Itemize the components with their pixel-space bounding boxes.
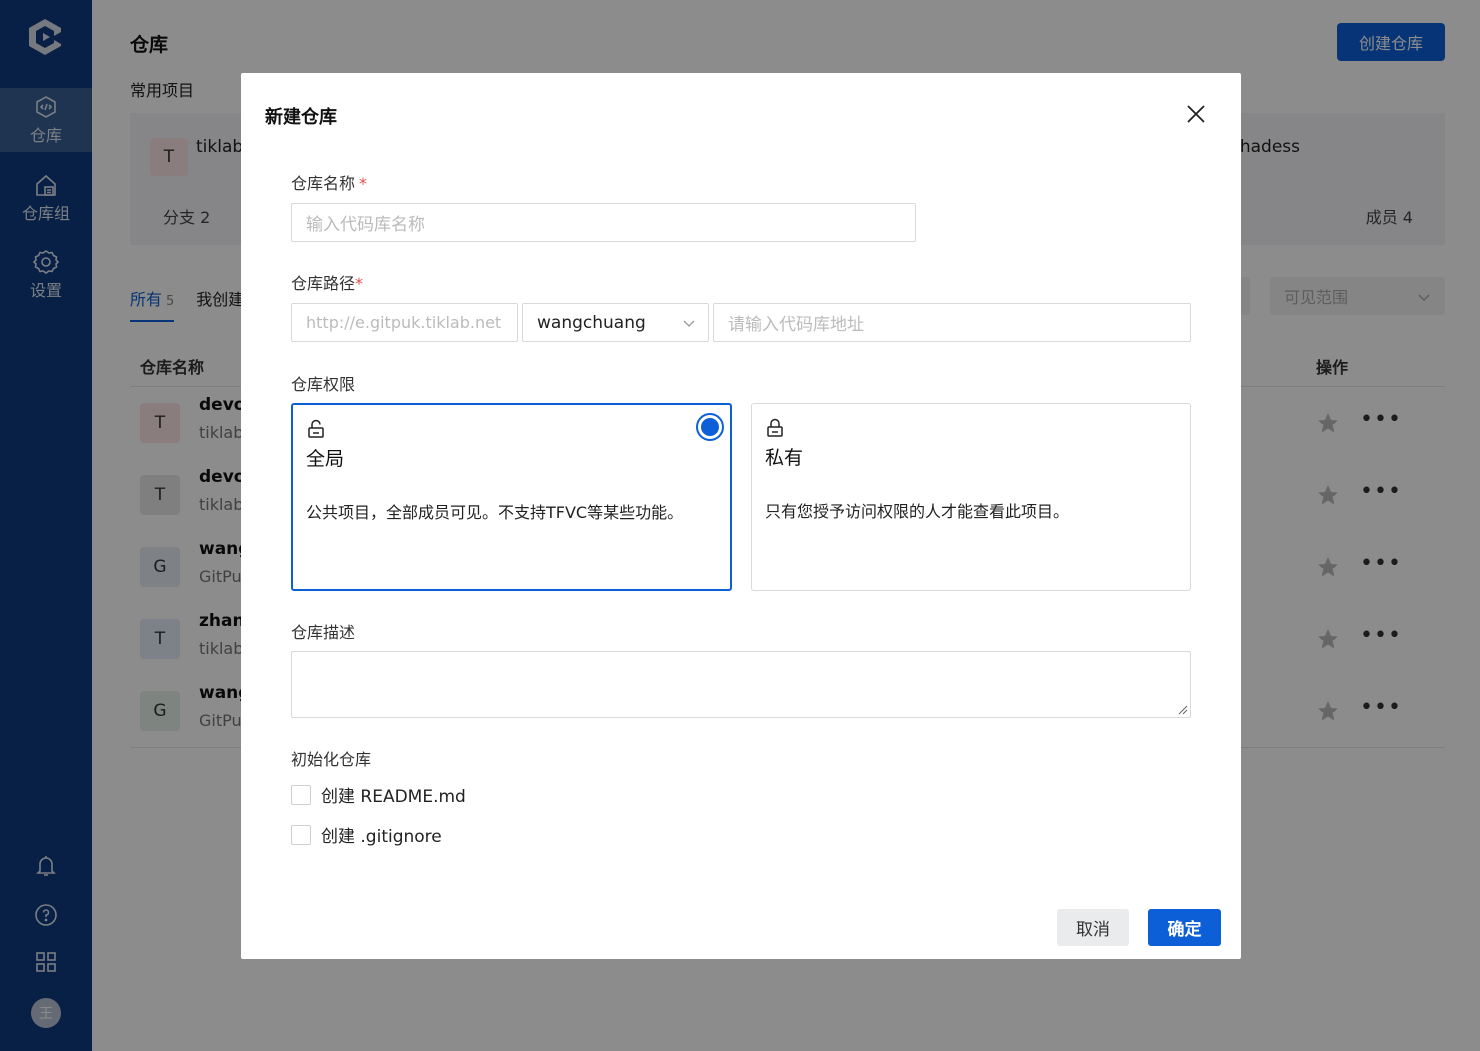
init-gitignore-option[interactable]: 创建 .gitignore <box>291 822 442 847</box>
repo-url-prefix-input[interactable]: http://e.gitpuk.tiklab.net <box>291 303 518 342</box>
repo-owner-select[interactable]: wangchuang <box>522 303 709 342</box>
permission-title: 全局 <box>306 448 345 470</box>
confirm-button[interactable]: 确定 <box>1148 909 1221 946</box>
owner-value: wangchuang <box>537 312 646 333</box>
lock-icon <box>767 418 783 437</box>
permission-option-public[interactable]: 全局 公共项目，全部成员可见。不支持TFVC等某些功能。 <box>291 403 732 591</box>
close-icon[interactable] <box>1185 103 1207 125</box>
permission-title: 私有 <box>765 447 804 469</box>
label-text: 仓库名称 <box>291 174 356 193</box>
readme-checkbox[interactable] <box>291 784 311 805</box>
repo-permission-label: 仓库权限 <box>291 375 356 394</box>
resize-handle-icon[interactable] <box>1178 705 1188 715</box>
permission-desc: 公共项目，全部成员可见。不支持TFVC等某些功能。 <box>306 503 684 522</box>
repo-desc-label: 仓库描述 <box>291 623 356 642</box>
repo-name-label: 仓库名称 * <box>291 170 367 194</box>
init-readme-option[interactable]: 创建 README.md <box>291 782 466 807</box>
checkbox-label: 创建 README.md <box>321 787 466 807</box>
radio-selected-icon[interactable] <box>696 413 724 441</box>
gitignore-checkbox[interactable] <box>291 824 311 845</box>
required-mark: * <box>359 174 368 193</box>
checkbox-label: 创建 .gitignore <box>321 827 442 847</box>
init-repo-label: 初始化仓库 <box>291 750 372 769</box>
dialog-title: 新建仓库 <box>265 107 337 128</box>
unlock-icon <box>308 419 324 438</box>
required-mark: * <box>355 274 364 293</box>
label-text: 仓库路径 <box>291 274 356 293</box>
permission-desc: 只有您授予访问权限的人才能查看此项目。 <box>765 502 1070 521</box>
permission-option-private[interactable]: 私有 只有您授予访问权限的人才能查看此项目。 <box>751 403 1191 591</box>
repo-name-input[interactable]: 输入代码库名称 <box>291 203 916 242</box>
repo-path-input[interactable]: 请输入代码库地址 <box>713 303 1191 342</box>
cancel-button[interactable]: 取消 <box>1057 909 1129 946</box>
new-repo-dialog: 新建仓库 仓库名称 * 输入代码库名称 仓库路径* http://e.gitpuk… <box>241 73 1241 959</box>
repo-desc-textarea[interactable] <box>291 651 1191 718</box>
chevron-down-icon <box>683 320 695 327</box>
repo-path-label: 仓库路径* <box>291 270 363 294</box>
